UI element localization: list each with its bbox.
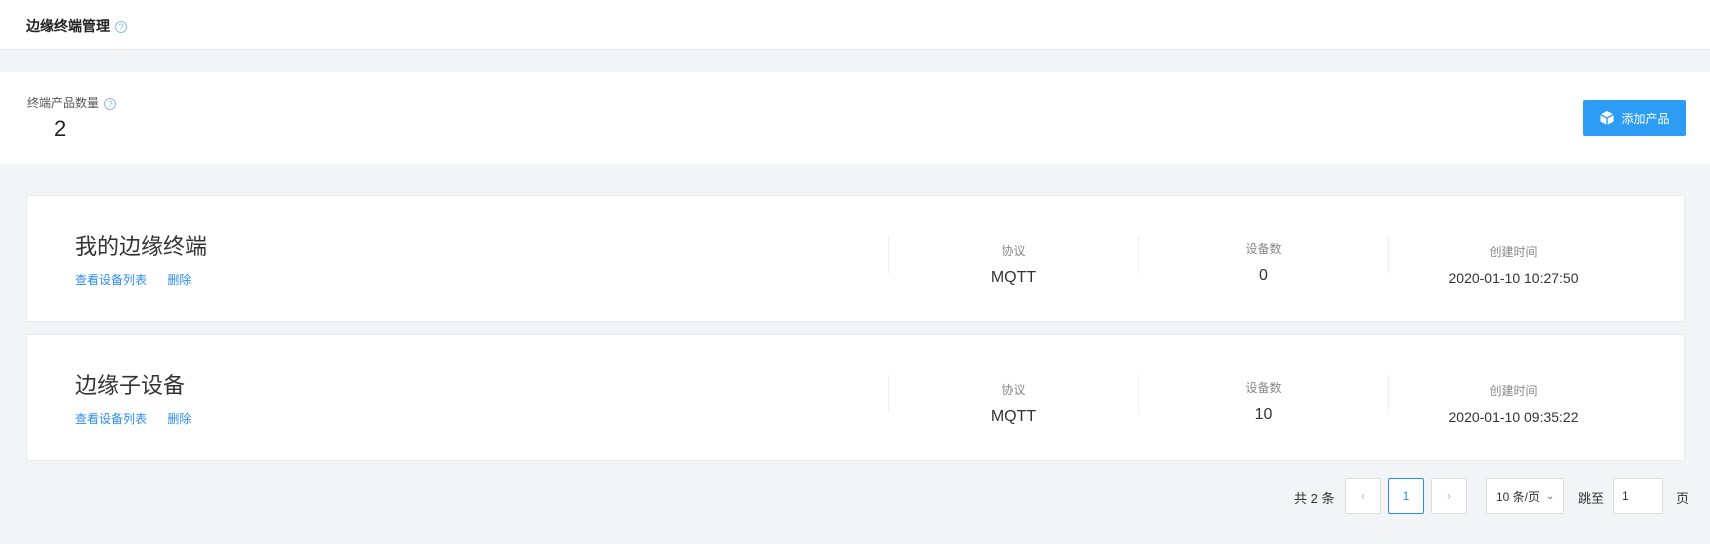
created-time-label: 创建时间	[1489, 245, 1538, 259]
pagination: 共 2 条 ‹ 1 › 10 条/页 ⌄ 跳至 页	[0, 478, 1710, 514]
created-time-label: 创建时间	[1489, 384, 1538, 398]
protocol-value: MQTT	[990, 408, 1037, 425]
next-page-button[interactable]: ›	[1431, 478, 1467, 514]
help-icon[interactable]: ?	[115, 21, 127, 34]
product-actions: 查看设备列表 删除	[75, 410, 208, 427]
device-count-stat: 设备数 10	[1138, 375, 1388, 423]
add-product-button[interactable]: 添加产品	[1583, 100, 1686, 136]
pagination-total: 共 2 条	[1294, 491, 1335, 506]
created-time-stat: 创建时间 2020-01-10 10:27:50	[1388, 236, 1638, 286]
page-title: 边缘终端管理?	[26, 16, 127, 36]
product-count-label-text: 终端产品数量	[27, 96, 100, 110]
page-title-text: 边缘终端管理	[26, 18, 110, 34]
page-size-value: 10 条/页	[1496, 489, 1541, 504]
protocol-label: 协议	[1001, 383, 1026, 397]
device-count-label: 设备数	[1245, 242, 1282, 256]
prev-page-button[interactable]: ‹	[1345, 478, 1381, 514]
product-name: 边缘子设备	[75, 373, 186, 398]
protocol-label: 协议	[1001, 244, 1026, 258]
help-icon[interactable]: ?	[104, 97, 117, 110]
protocol-stat: 协议 MQTT	[888, 236, 1138, 286]
delete-link[interactable]: 删除	[167, 412, 191, 426]
product-count-value: 2	[54, 116, 67, 141]
created-time-value: 2020-01-10 10:27:50	[1448, 270, 1579, 286]
page-header: 边缘终端管理?	[0, 0, 1710, 50]
delete-link[interactable]: 删除	[167, 273, 191, 287]
jump-suffix: 页	[1676, 491, 1690, 506]
created-time-stat: 创建时间 2020-01-10 09:35:22	[1388, 375, 1638, 425]
protocol-stat: 协议 MQTT	[888, 375, 1138, 425]
chevron-right-icon: ›	[1447, 489, 1451, 503]
view-device-list-link[interactable]: 查看设备列表	[75, 412, 147, 426]
product-summary: 终端产品数量? 2 添加产品	[0, 72, 1710, 164]
chevron-down-icon: ⌄	[1546, 490, 1555, 502]
protocol-value: MQTT	[990, 269, 1037, 286]
product-actions: 查看设备列表 删除	[75, 271, 208, 288]
view-device-list-link[interactable]: 查看设备列表	[75, 273, 147, 287]
page-1-button[interactable]: 1	[1388, 478, 1424, 514]
product-name: 我的边缘终端	[75, 234, 208, 259]
device-count-value: 10	[1254, 406, 1273, 423]
page-size-select[interactable]: 10 条/页 ⌄	[1486, 478, 1564, 514]
jump-label: 跳至	[1578, 491, 1605, 506]
device-count-value: 0	[1259, 267, 1268, 284]
product-card: 边缘子设备 查看设备列表 删除 协议 MQTT 设备数 10 创建时间 2020…	[26, 334, 1685, 461]
device-count-stat: 设备数 0	[1138, 236, 1388, 284]
device-count-label: 设备数	[1245, 381, 1282, 395]
cube-icon	[1600, 111, 1615, 125]
jump-page-input[interactable]	[1613, 478, 1663, 514]
page-number: 1	[1402, 489, 1410, 503]
created-time-value: 2020-01-10 09:35:22	[1448, 409, 1579, 425]
chevron-left-icon: ‹	[1361, 489, 1365, 503]
product-count-label: 终端产品数量?	[27, 94, 117, 111]
product-card: 我的边缘终端 查看设备列表 删除 协议 MQTT 设备数 0 创建时间 2020…	[26, 195, 1685, 322]
add-product-label: 添加产品	[1621, 111, 1670, 126]
